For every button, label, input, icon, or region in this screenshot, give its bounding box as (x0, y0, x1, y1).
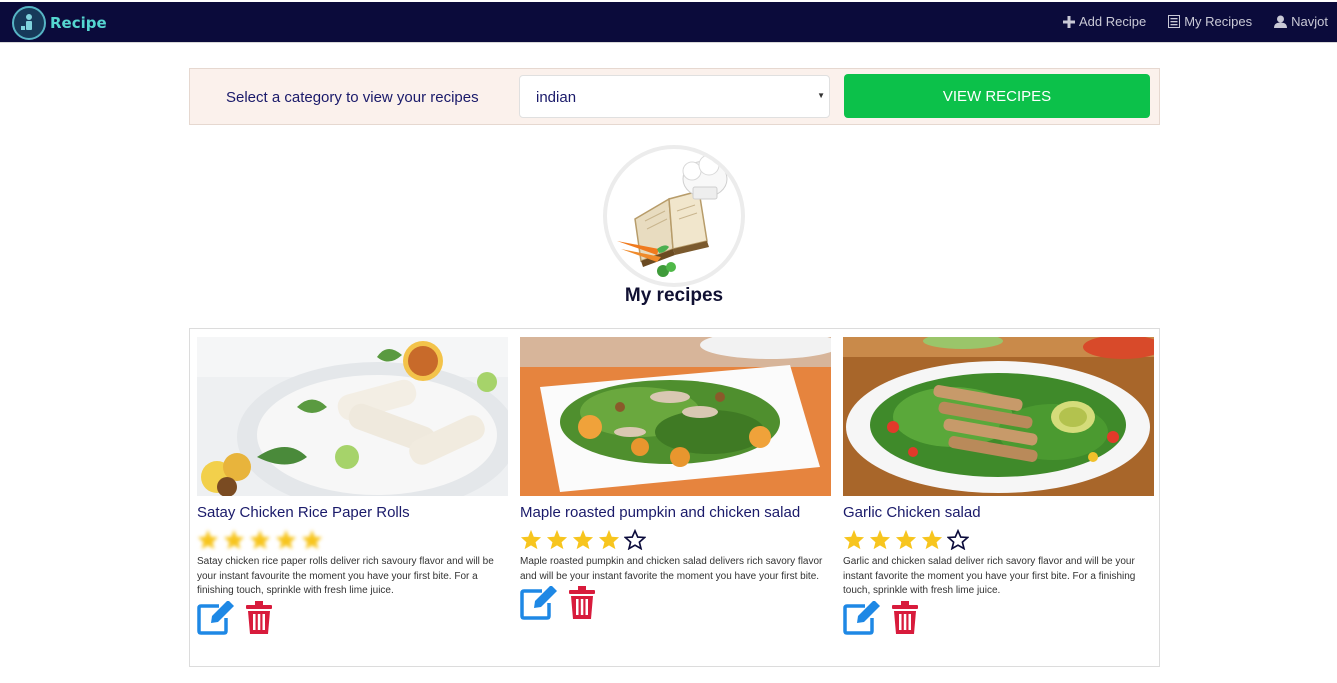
star-filled-icon (223, 529, 245, 549)
star-filled-icon (249, 529, 271, 549)
recipe-title[interactable]: Maple roasted pumpkin and chicken salad (520, 504, 831, 521)
nav-my-recipes[interactable]: My Recipes (1168, 14, 1252, 29)
nav-add-recipe[interactable]: Add Recipe (1063, 14, 1146, 29)
star-filled-icon (921, 529, 943, 549)
star-rating[interactable] (520, 528, 831, 550)
category-select[interactable]: indian ▼ (519, 75, 830, 118)
nav-links: Add Recipe My Recipes Navjot (1063, 14, 1328, 29)
nav-my-recipes-label: My Recipes (1184, 14, 1253, 29)
brand[interactable]: Recipe (12, 6, 107, 40)
edit-icon[interactable] (843, 599, 881, 640)
brand-name: Recipe (50, 14, 107, 32)
edit-icon[interactable] (520, 585, 558, 625)
top-navbar: Recipe Add Recipe My Recipes Navjot (0, 2, 1337, 43)
category-filter-bar: Select a category to view your recipes i… (189, 68, 1160, 125)
star-filled-icon (301, 529, 323, 549)
recipe-card: Satay Chicken Rice Paper Rolls Satay chi… (197, 337, 508, 640)
star-filled-icon (520, 529, 542, 549)
nav-user[interactable]: Navjot (1274, 14, 1328, 29)
user-icon (1274, 15, 1288, 28)
caret-down-icon: ▼ (817, 91, 825, 100)
recipe-image[interactable] (843, 337, 1154, 496)
recipe-title[interactable]: Garlic Chicken salad (843, 504, 1154, 521)
recipe-card: Maple roasted pumpkin and chicken salad … (520, 337, 831, 625)
nav-user-label: Navjot (1291, 14, 1328, 29)
recipe-image[interactable] (520, 337, 831, 496)
recipe-title[interactable]: Satay Chicken Rice Paper Rolls (197, 504, 508, 521)
delete-icon[interactable] (245, 600, 273, 640)
star-filled-icon (572, 529, 594, 549)
star-empty-icon (624, 528, 646, 550)
category-select-value: indian (536, 89, 577, 106)
star-filled-icon (197, 529, 219, 549)
list-icon (1168, 15, 1181, 28)
star-filled-icon (869, 529, 891, 549)
recipe-description: Garlic and chicken salad deliver rich sa… (843, 556, 1136, 596)
delete-icon[interactable] (568, 586, 596, 625)
recipe-card: Garlic Chicken salad Garlic and chicken … (843, 337, 1154, 640)
chef-logo-icon (12, 6, 46, 40)
delete-icon[interactable] (891, 600, 919, 640)
recipe-description: Maple roasted pumpkin and chicken salad … (520, 556, 823, 582)
recipe-actions (197, 599, 508, 640)
star-rating[interactable] (197, 528, 508, 550)
plus-icon (1063, 15, 1075, 28)
recipe-actions (520, 585, 831, 625)
recipe-description: Satay chicken rice paper rolls deliver r… (197, 556, 494, 596)
recipe-actions (843, 599, 1154, 640)
star-empty-icon (947, 528, 969, 550)
category-filter-label: Select a category to view your recipes (226, 89, 479, 106)
view-recipes-button[interactable]: VIEW RECIPES (844, 74, 1150, 118)
recipes-panel: Satay Chicken Rice Paper Rolls Satay chi… (189, 328, 1160, 667)
recipe-book-image (603, 145, 745, 287)
star-filled-icon (275, 529, 297, 549)
recipe-image[interactable] (197, 337, 508, 496)
page-title: My recipes (624, 285, 724, 306)
star-filled-icon (546, 529, 568, 549)
star-filled-icon (895, 529, 917, 549)
nav-add-recipe-label: Add Recipe (1079, 14, 1147, 29)
star-rating[interactable] (843, 528, 1154, 550)
edit-icon[interactable] (197, 599, 235, 640)
star-filled-icon (843, 529, 865, 549)
star-filled-icon (598, 529, 620, 549)
